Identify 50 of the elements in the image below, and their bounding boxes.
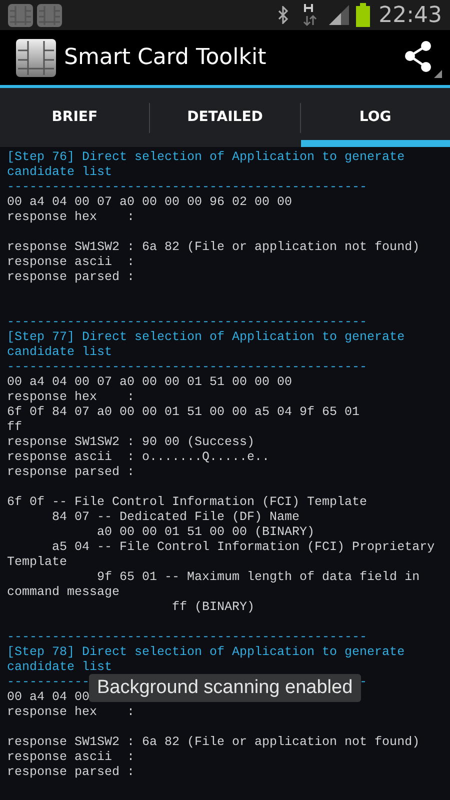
app-logo-icon <box>16 38 56 76</box>
tab[interactable]: LOG <box>300 88 450 147</box>
log-step-title: candidate list <box>7 345 112 359</box>
chip-icon <box>8 4 33 26</box>
log-line: 00 a4 04 00 07 a0 00 00 00 96 02 00 00 <box>7 195 292 209</box>
log-line: Template <box>7 555 68 569</box>
log-line: 00 a4 04 00 07 a0 00 00 01 51 00 00 00 <box>7 375 292 389</box>
dashed-rule: ------------------------------------------------ <box>7 630 368 644</box>
tab[interactable]: BRIEF <box>0 88 150 147</box>
dashed-rule: ------------------------------------------------ <box>7 315 368 329</box>
log-line: response hex : <box>7 390 135 404</box>
dashed-rule: - <box>360 675 368 690</box>
dashed-rule: ------------------------------------------------ <box>7 360 368 374</box>
log-line: response SW1SW2 : 6a 82 (File or application not found) <box>7 735 420 749</box>
log-line: response hex : <box>7 705 135 719</box>
log-line: a0 00 00 01 51 00 00 (BINARY) <box>96 525 315 539</box>
battery-icon <box>354 3 371 27</box>
chip-icon <box>37 4 62 26</box>
signal-icon <box>328 5 351 25</box>
app-title: Smart Card Toolkit <box>64 44 268 72</box>
bluetooth-icon <box>276 6 289 24</box>
log-line: response SW1SW2 : 90 00 (Success) <box>7 435 255 449</box>
log-step-title: [Step 77] Direct selection of Application to generate <box>7 330 405 344</box>
log-line: response parsed : <box>7 465 135 479</box>
tab[interactable]: DETAILED <box>150 88 300 147</box>
log-line: a5 04 -- File Control Information (FCI) Proprietary <box>51 540 435 554</box>
log-line: 9f 65 01 -- Maximum length of data field in <box>96 570 420 584</box>
log-step-title: [Step 76] Direct selection of Application to generate <box>7 150 405 164</box>
dashed-rule: ----------- <box>7 675 90 690</box>
log-line: response SW1SW2 : 6a 82 (File or application not found) <box>7 240 420 254</box>
log-line: ff <box>7 420 22 434</box>
log-line: ff (BINARY) <box>171 600 255 614</box>
log-step-title: candidate list <box>7 165 112 179</box>
log-line: response parsed : <box>7 270 135 284</box>
log-line: response ascii : <box>7 750 135 764</box>
clock-time: 22:43 <box>378 2 442 30</box>
log-step-title: candidate list <box>7 660 112 674</box>
log-line: response parsed : <box>7 765 135 779</box>
log-line: command message <box>7 585 120 599</box>
log-line: response ascii : <box>7 255 135 269</box>
log-line: 84 07 -- Dedicated File (DF) Name <box>51 510 300 524</box>
log-line: response hex : <box>7 210 135 224</box>
log-line: 00 a4 04 00 <box>7 690 90 704</box>
log-line: 6f 0f -- File Control Information (FCI) Template <box>7 495 368 509</box>
dashed-rule: ------------------------------------------------ <box>7 180 368 194</box>
toast-message: Background scanning enabled <box>89 674 361 702</box>
log-line: response ascii : o.......Q.....e.. <box>7 450 270 464</box>
hspa-icon <box>302 3 317 27</box>
log-line: 6f 0f 84 07 a0 00 00 01 51 00 00 a5 04 9f 65 01 <box>7 405 360 419</box>
log-step-title: [Step 78] Direct selection of Application to generate <box>7 645 405 659</box>
